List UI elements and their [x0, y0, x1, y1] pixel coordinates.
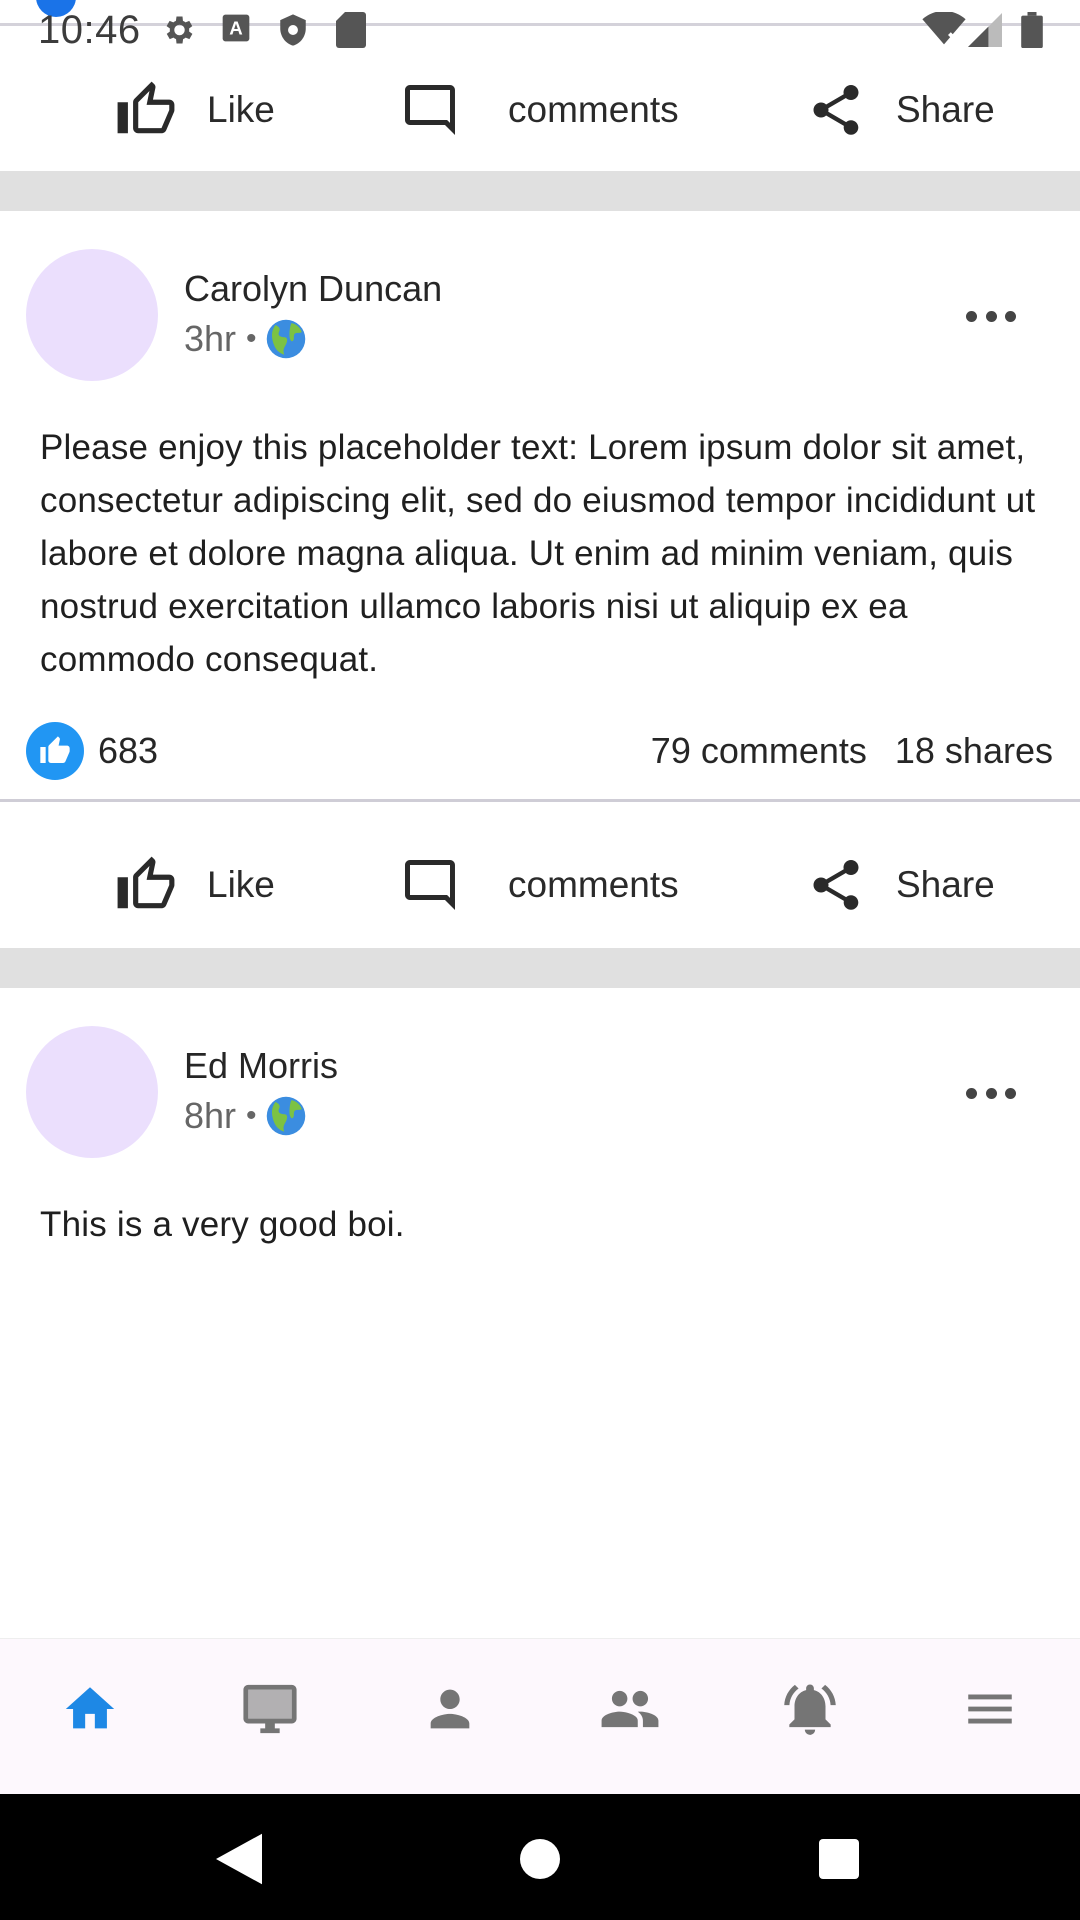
nav-menu[interactable] — [950, 1669, 1030, 1749]
like-button[interactable]: Like — [115, 60, 275, 160]
thumb-up-icon — [117, 856, 175, 909]
more-options-icon[interactable] — [966, 304, 1016, 328]
comments-button[interactable]: comments — [400, 835, 679, 935]
shares-count[interactable]: 18 shares — [895, 730, 1053, 772]
comment-icon — [405, 85, 455, 135]
status-bar: 10:46 A — [0, 0, 1080, 60]
nav-home[interactable] — [50, 1669, 130, 1749]
comments-button[interactable]: comments — [400, 60, 679, 160]
nav-groups[interactable] — [590, 1669, 670, 1749]
comment-icon — [405, 860, 455, 910]
status-time: 10:46 — [38, 8, 141, 52]
avatar[interactable] — [26, 1026, 158, 1158]
share-icon — [813, 85, 859, 135]
post-actions: Like comments Share — [0, 835, 1080, 935]
shield-icon — [276, 12, 310, 48]
post-meta: 3hr • — [184, 318, 307, 360]
post-separator — [0, 948, 1080, 988]
share-label: Share — [896, 864, 995, 905]
share-button[interactable]: Share — [806, 835, 995, 935]
post-time: 3hr — [184, 318, 237, 359]
globe-icon — [266, 1096, 305, 1136]
comments-label: comments — [508, 864, 679, 905]
nav-notifications[interactable] — [770, 1669, 850, 1749]
stats-divider — [0, 799, 1080, 802]
post-actions-previous: Like comments Share — [0, 60, 1080, 160]
post-time: 8hr — [184, 1095, 237, 1136]
settings-icon — [160, 12, 196, 48]
post-meta: 8hr • — [184, 1095, 307, 1137]
like-button[interactable]: Like — [115, 835, 275, 935]
tv-icon — [243, 1684, 297, 1734]
share-button[interactable]: Share — [806, 60, 995, 160]
system-navigation-bar — [0, 1794, 1080, 1920]
person-icon — [430, 1689, 470, 1729]
text-a-icon: A — [220, 12, 252, 44]
comments-label: comments — [508, 89, 679, 130]
more-options-icon[interactable] — [966, 1081, 1016, 1105]
like-badge-icon — [26, 722, 84, 780]
signal-icon — [968, 12, 1002, 48]
bottom-navigation — [0, 1638, 1080, 1794]
globe-icon — [266, 319, 305, 359]
meta-dot: • — [246, 1099, 257, 1132]
home-icon — [65, 1687, 115, 1729]
battery-icon — [1020, 12, 1044, 48]
wifi-off-icon — [922, 12, 966, 48]
groups-icon — [601, 1690, 659, 1728]
like-label: Like — [207, 89, 275, 130]
post-stats: 683 79 comments 18 shares — [0, 722, 1080, 782]
share-label: Share — [896, 89, 995, 130]
post-counts: 79 comments 18 shares — [651, 730, 1053, 772]
likes-count[interactable]: 683 — [98, 730, 158, 772]
sd-card-icon — [336, 12, 366, 48]
back-triangle-icon — [216, 1833, 262, 1885]
notifications-icon — [784, 1684, 836, 1735]
nav-watch[interactable] — [230, 1669, 310, 1749]
post-author[interactable]: Ed Morris — [184, 1045, 338, 1087]
back-button[interactable] — [204, 1824, 274, 1894]
menu-icon — [968, 1694, 1012, 1724]
meta-dot: • — [246, 322, 257, 355]
post-separator — [0, 171, 1080, 211]
post-author[interactable]: Carolyn Duncan — [184, 268, 442, 310]
post-text: Please enjoy this placeholder text: Lore… — [40, 428, 1036, 679]
like-label: Like — [207, 864, 275, 905]
post-text: This is a very good boi. — [40, 1205, 405, 1244]
home-circle-icon — [520, 1839, 560, 1879]
comments-count[interactable]: 79 comments — [651, 730, 867, 772]
home-system-button[interactable] — [505, 1824, 575, 1894]
recents-square-icon — [819, 1839, 859, 1879]
recents-button[interactable] — [804, 1824, 874, 1894]
thumb-up-icon — [117, 81, 175, 134]
share-icon — [813, 860, 859, 910]
svg-text:A: A — [229, 18, 242, 39]
nav-profile[interactable] — [410, 1669, 490, 1749]
avatar[interactable] — [26, 249, 158, 381]
